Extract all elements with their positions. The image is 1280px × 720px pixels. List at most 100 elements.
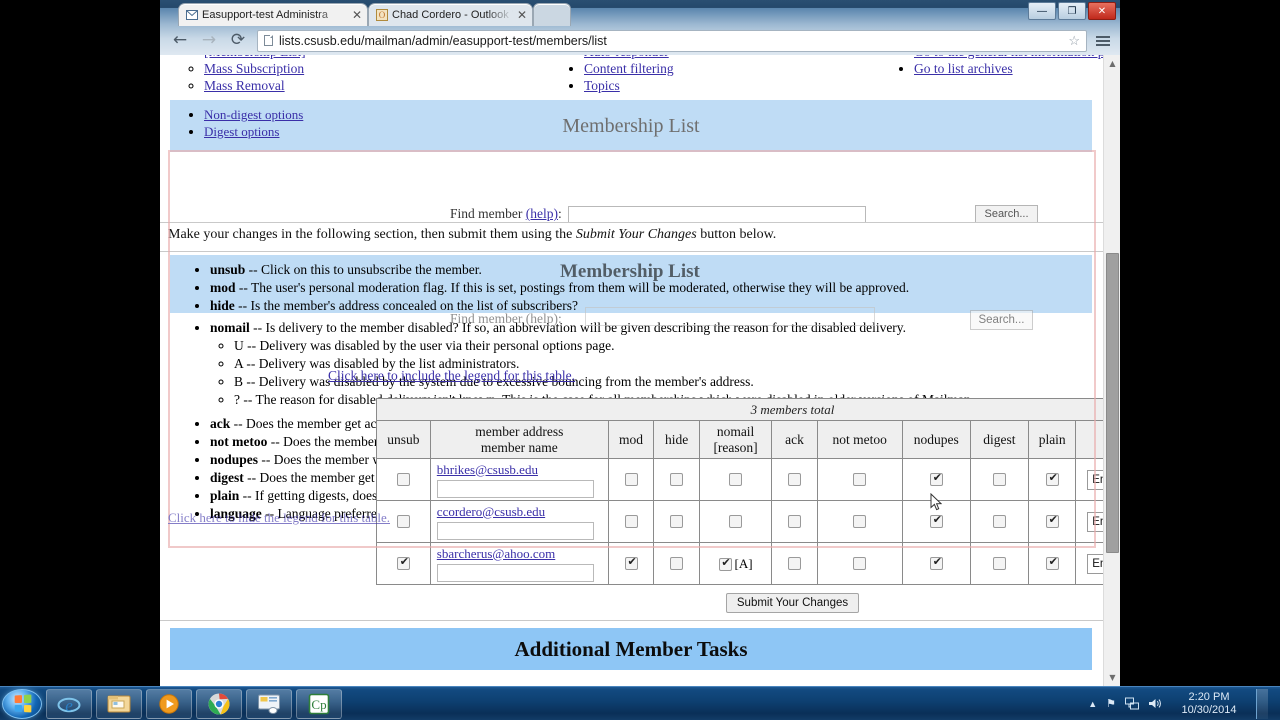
legend-term: plain [210, 488, 240, 503]
list-item[interactable]: Non-digest options [204, 106, 303, 123]
checkbox-plain[interactable] [1045, 471, 1060, 486]
checkbox-nodupes[interactable] [929, 513, 944, 528]
nav-item[interactable]: Go to list archives [914, 60, 1120, 77]
network-icon[interactable] [1125, 697, 1139, 710]
bookmark-star-icon[interactable]: ☆ [1068, 33, 1080, 49]
page-scrollbar[interactable]: ▲ ▼ [1103, 55, 1120, 686]
page-info-icon[interactable] [264, 35, 273, 46]
taskbar-adobe-captivate[interactable]: Cp [296, 688, 342, 719]
find-member-input[interactable] [567, 205, 866, 223]
find-member-help-link[interactable]: (help) [526, 206, 558, 221]
start-orb-button[interactable] [2, 688, 42, 719]
nav-link-content-filtering[interactable]: Content filtering [584, 61, 674, 76]
action-center-flag-icon[interactable]: ⚑ [1106, 697, 1116, 710]
taskbar-google-chrome[interactable] [196, 688, 242, 719]
member-name-input[interactable] [436, 521, 594, 540]
checkbox-hide[interactable] [670, 473, 684, 486]
browser-chrome: Easupport-test Administra ✕ O Chad Corde… [160, 0, 1120, 55]
maximize-button[interactable]: ❐ [1058, 2, 1086, 20]
checkbox-ack[interactable] [788, 473, 802, 486]
checkbox-nodupes[interactable] [929, 471, 944, 486]
scroll-up-icon[interactable]: ▲ [1104, 55, 1120, 72]
scroll-down-icon[interactable]: ▼ [1104, 669, 1120, 686]
checkbox-plain[interactable] [1045, 555, 1060, 570]
nav-link-auto-responder[interactable]: Auto-responder [584, 55, 669, 59]
checkbox-not-metoo[interactable] [853, 473, 867, 486]
member-email-link[interactable]: ccordero@csusb.edu [437, 504, 545, 519]
member-name-input[interactable] [436, 479, 594, 498]
checkbox-digest[interactable] [992, 557, 1006, 570]
checkbox-plain[interactable] [1045, 513, 1060, 528]
tab-chad-cordero-outlook[interactable]: O Chad Cordero - Outlook V ✕ [368, 3, 533, 26]
nav-link-mass-removal[interactable]: Mass Removal [204, 78, 285, 93]
taskbar-windows-explorer[interactable] [96, 688, 142, 719]
tab-easupport-test-admin[interactable]: Easupport-test Administra ✕ [178, 3, 368, 26]
table-row: sbarcherus@ahoo.com [A] [376, 542, 1120, 585]
clock[interactable]: 2:20 PM 10/30/2014 [1171, 691, 1247, 717]
checkbox-ack[interactable] [788, 515, 802, 528]
show-hidden-icons-icon[interactable]: ▲ [1088, 699, 1097, 709]
taskbar-media-player[interactable] [146, 688, 192, 719]
forward-icon[interactable]: → [199, 31, 219, 51]
checkbox-unsub[interactable] [396, 473, 410, 486]
checkbox-unsub[interactable] [396, 555, 411, 570]
clock-date: 10/30/2014 [1181, 703, 1237, 716]
checkbox-mod[interactable] [624, 555, 639, 570]
checkbox-hide[interactable] [670, 557, 684, 570]
checkbox-hide[interactable] [670, 515, 684, 528]
checkbox-not-metoo[interactable] [853, 557, 867, 570]
checkbox-nomail[interactable] [729, 515, 743, 528]
scrollbar-thumb[interactable] [1106, 253, 1119, 553]
find-member-label: Find member (help): [450, 206, 562, 222]
link-digest-options[interactable]: Digest options [204, 124, 279, 139]
member-email-link[interactable]: sbarcherus@ahoo.com [437, 546, 555, 561]
checkbox-nomail[interactable] [718, 556, 733, 571]
nav-item[interactable]: Content filtering [584, 60, 674, 77]
checkbox-not-metoo[interactable] [853, 515, 867, 528]
checkbox-digest[interactable] [992, 515, 1006, 528]
submit-your-changes-button[interactable]: Submit Your Changes [726, 593, 859, 613]
nav-link-general-list-info[interactable]: Go to the general list information page [914, 55, 1120, 59]
tab-close-icon[interactable]: ✕ [352, 9, 362, 21]
member-name-input[interactable] [436, 563, 594, 582]
nav-link-list-archives[interactable]: Go to list archives [914, 61, 1013, 76]
close-button[interactable]: ✕ [1088, 2, 1116, 20]
include-legend-link[interactable]: Click here to include the legend for thi… [328, 368, 575, 384]
nav-item[interactable]: Topics [584, 77, 674, 94]
chrome-browser-window: Easupport-test Administra ✕ O Chad Corde… [160, 0, 1120, 686]
back-icon[interactable]: ← [170, 31, 190, 51]
show-desktop-button[interactable] [1256, 688, 1268, 719]
taskbar-remote-desktop[interactable] [246, 688, 292, 719]
checkbox-mod[interactable] [624, 473, 638, 486]
col-header-not-metoo: not metoo [816, 420, 903, 459]
left-letterbox [0, 0, 160, 686]
nav-item[interactable]: Mass Removal [204, 77, 306, 94]
reload-icon[interactable]: ⟳ [228, 31, 248, 51]
list-item[interactable]: Digest options [204, 123, 303, 140]
member-email-link[interactable]: bhrikes@csusb.edu [437, 462, 538, 477]
legend-list-top: unsub -- Click on this to unsubscribe th… [170, 255, 1092, 321]
checkbox-nomail[interactable] [729, 473, 743, 486]
nav-item[interactable]: Mass Subscription [204, 60, 306, 77]
cell-unsub [376, 500, 431, 543]
checkbox-unsub[interactable] [396, 515, 410, 528]
checkbox-nodupes[interactable] [929, 555, 944, 570]
nav-link-membership-list[interactable]: [Membership List] [204, 55, 306, 59]
members-total-row: 3 members total [376, 398, 1120, 421]
link-non-digest-options[interactable]: Non-digest options [204, 107, 303, 122]
address-bar[interactable]: lists.csusb.edu/mailman/admin/easupport-… [257, 29, 1087, 52]
checkbox-ack[interactable] [788, 557, 802, 570]
nav-link-mass-subscription[interactable]: Mass Subscription [204, 61, 304, 76]
col-header-nomail-line1: nomail [716, 423, 755, 439]
volume-icon[interactable] [1148, 697, 1162, 710]
cell-hide [653, 458, 700, 501]
nav-link-topics[interactable]: Topics [584, 78, 620, 93]
checkbox-digest[interactable] [992, 473, 1006, 486]
taskbar-internet-explorer[interactable]: e [46, 688, 92, 719]
new-tab-button[interactable] [533, 3, 571, 26]
minimize-button[interactable]: — [1028, 2, 1056, 20]
tab-close-icon[interactable]: ✕ [517, 9, 527, 21]
find-member-search-button[interactable]: Search... [975, 205, 1038, 223]
checkbox-mod[interactable] [624, 515, 638, 528]
chrome-menu-icon[interactable] [1096, 35, 1110, 46]
